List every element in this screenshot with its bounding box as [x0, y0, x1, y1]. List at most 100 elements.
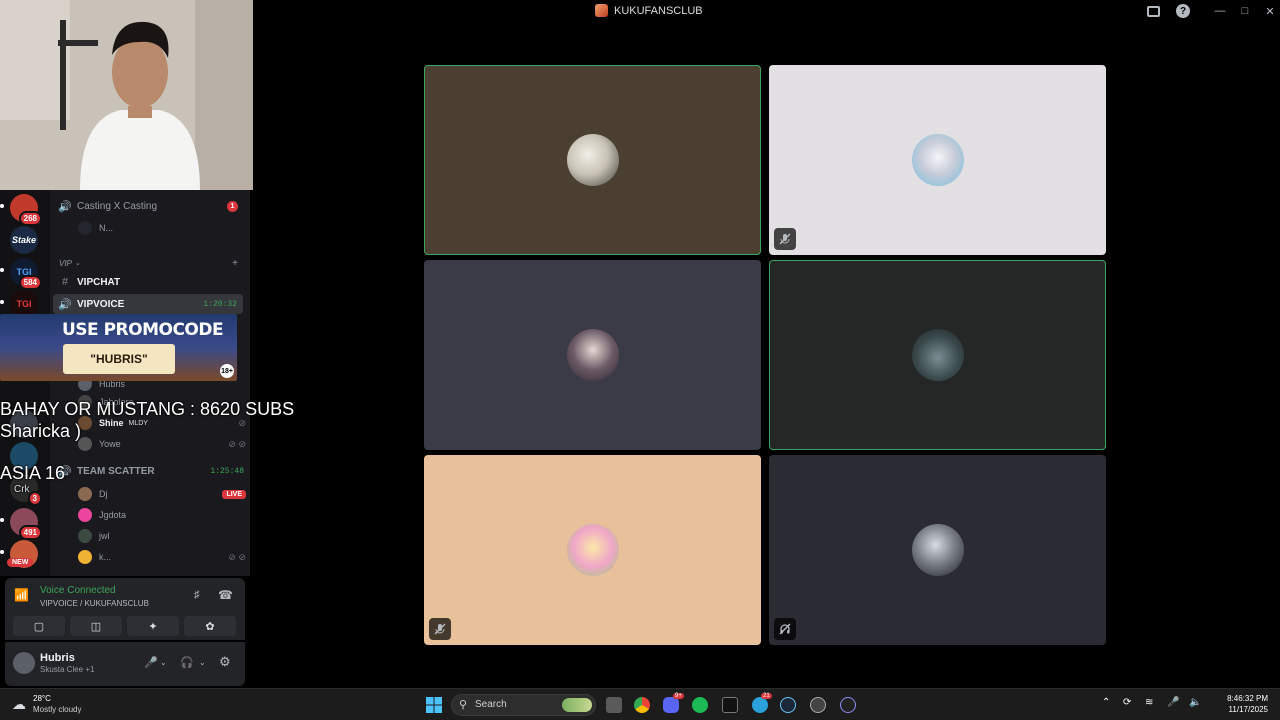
- windows-start-icon[interactable]: [426, 697, 442, 713]
- noise-suppression-icon[interactable]: ♯: [194, 589, 200, 601]
- server-icon-stake[interactable]: Stake: [10, 226, 38, 254]
- gear-icon[interactable]: ⚙: [219, 654, 231, 670]
- app-icon-other[interactable]: [840, 697, 856, 713]
- help-icon: ?: [1176, 4, 1190, 18]
- minimize-button[interactable]: —: [1211, 2, 1229, 20]
- category-vip[interactable]: VIP ⌄ +: [50, 253, 250, 273]
- channel-vipvoice[interactable]: 🔊 VIPVOICE 1:20:32: [53, 294, 243, 314]
- participant-avatar: [911, 329, 964, 381]
- app-icon-obs[interactable]: [810, 697, 826, 713]
- weather-icon[interactable]: ☁: [12, 696, 26, 713]
- unread-indicator: [0, 204, 4, 208]
- unread-indicator: [0, 300, 4, 304]
- inbox-button[interactable]: [1144, 2, 1162, 20]
- webcam-overlay: [0, 0, 253, 190]
- close-button[interactable]: ✕: [1261, 2, 1279, 20]
- mic-tray-icon[interactable]: 🎤: [1167, 697, 1179, 708]
- chevron-down-icon[interactable]: ⌄: [199, 658, 206, 667]
- telegram-icon[interactable]: [752, 697, 768, 713]
- voice-location[interactable]: VIPVOICE / KUKUFANSCLUB: [40, 599, 149, 608]
- video-tile-5[interactable]: [424, 455, 761, 645]
- user-avatar: [78, 508, 92, 522]
- spotify-icon[interactable]: [692, 697, 708, 713]
- add-channel-icon[interactable]: +: [232, 258, 238, 269]
- participant-avatar: [566, 524, 619, 576]
- muted-icon: [774, 228, 796, 250]
- subs-goal-text: BAHAY OR MUSTANG : 8620 SUBS: [0, 399, 295, 419]
- microphone-icon[interactable]: 🎤: [144, 656, 158, 669]
- video-tile-3[interactable]: [424, 260, 761, 450]
- user-panel: Hubris Skusta Clee +1 🎤 ⌄ 🎧 ⌄ ⚙: [5, 642, 245, 686]
- chevron-down-icon: ⌄: [74, 260, 81, 267]
- promo-banner[interactable]: USE PROMOCODE "HUBRIS" 18+: [0, 314, 237, 381]
- voice-connected-label[interactable]: Voice Connected: [40, 585, 116, 596]
- app-icon-y[interactable]: [722, 697, 738, 713]
- unread-indicator: [0, 518, 4, 522]
- server-icon-3[interactable]: TGI 584: [10, 258, 42, 290]
- text-channel-icon: #: [61, 276, 69, 288]
- unread-indicator: [0, 268, 4, 272]
- server-icon-8[interactable]: 491: [10, 508, 42, 540]
- search-highlight-icon: [562, 698, 592, 712]
- voice-user[interactable]: jwl: [78, 526, 246, 546]
- muted-icon: [429, 618, 451, 640]
- chevron-down-icon[interactable]: ⌄: [160, 658, 167, 667]
- sync-icon[interactable]: ⟳: [1123, 697, 1131, 708]
- video-tile-2[interactable]: [769, 65, 1106, 255]
- clan-tag: MLDY: [128, 419, 148, 427]
- channel-vipchat[interactable]: # VIPCHAT: [50, 272, 250, 292]
- server-icon-1[interactable]: 268: [10, 194, 42, 226]
- search-icon: ⚲: [459, 699, 468, 711]
- channel-casting[interactable]: 🔊 Casting X Casting 1: [50, 196, 250, 216]
- clock-time[interactable]: 8:46:32 PM: [1210, 694, 1268, 703]
- channel-team-scatter[interactable]: 🔊 TEAM SCATTER 1:25:48: [50, 461, 250, 481]
- username[interactable]: Hubris: [40, 652, 75, 664]
- task-view-icon[interactable]: [606, 697, 622, 713]
- user-avatar: [78, 487, 92, 501]
- participant-avatar: [566, 329, 619, 381]
- help-button[interactable]: ?: [1174, 2, 1192, 20]
- clock-date[interactable]: 11/17/2025: [1210, 705, 1268, 714]
- discord-icon[interactable]: [663, 697, 679, 713]
- video-tile-4[interactable]: [769, 260, 1106, 450]
- chrome-icon[interactable]: [634, 697, 650, 713]
- user-avatar: [78, 550, 92, 564]
- signal-icon[interactable]: 📶: [14, 588, 29, 602]
- participant-avatar: [911, 524, 964, 576]
- steam-icon[interactable]: [780, 697, 796, 713]
- voice-user[interactable]: k... ⊘ ⊘: [78, 547, 246, 567]
- screen-share-icon: ◫: [90, 620, 102, 633]
- title-bar: KUKUFANSCLUB ? — □ ✕: [253, 0, 1280, 22]
- taskbar-search-input[interactable]: ⚲ Search: [451, 694, 596, 716]
- discord-badge: 9+: [673, 693, 684, 699]
- unread-indicator: [0, 550, 4, 554]
- promo-title: USE PROMOCODE: [62, 320, 224, 340]
- user-status[interactable]: Skusta Clee +1: [40, 665, 94, 674]
- video-tile-6[interactable]: [769, 455, 1106, 645]
- headphones-icon[interactable]: 🎧: [180, 656, 194, 669]
- camera-toggle-button[interactable]: ▢: [13, 616, 65, 636]
- voice-user[interactable]: Dj LIVE: [78, 484, 246, 504]
- telegram-badge: 21: [761, 693, 772, 699]
- weather-desc[interactable]: Mostly cloudy: [33, 705, 81, 714]
- participant-avatar: [911, 134, 964, 186]
- activities-button[interactable]: ✦: [127, 616, 179, 636]
- voice-user[interactable]: N...: [78, 218, 246, 238]
- server-rail: 268 Stake TGI 584 TGI 3 491 NEW: [0, 190, 50, 576]
- maximize-button[interactable]: □: [1236, 2, 1254, 20]
- chevron-up-icon[interactable]: ⌃: [1102, 697, 1110, 708]
- voice-channel-icon: 🔊: [58, 200, 72, 213]
- volume-icon[interactable]: 🔈: [1189, 697, 1201, 708]
- wifi-icon[interactable]: ≋: [1145, 697, 1153, 708]
- soundboard-button[interactable]: ✿: [184, 616, 236, 636]
- voice-user[interactable]: Yowe ⊘ ⊘: [78, 434, 246, 454]
- screen-share-button[interactable]: ◫: [70, 616, 122, 636]
- overlay-name-text: Sharicka ): [0, 421, 82, 441]
- video-tile-1[interactable]: [424, 65, 761, 255]
- avatar[interactable]: [13, 652, 35, 674]
- weather-temp[interactable]: 28°C: [33, 694, 51, 703]
- voice-user[interactable]: Jgdota: [78, 505, 246, 525]
- activities-icon: ✦: [148, 620, 158, 633]
- mention-badge: 1: [227, 200, 238, 212]
- disconnect-icon[interactable]: ☎: [218, 588, 233, 602]
